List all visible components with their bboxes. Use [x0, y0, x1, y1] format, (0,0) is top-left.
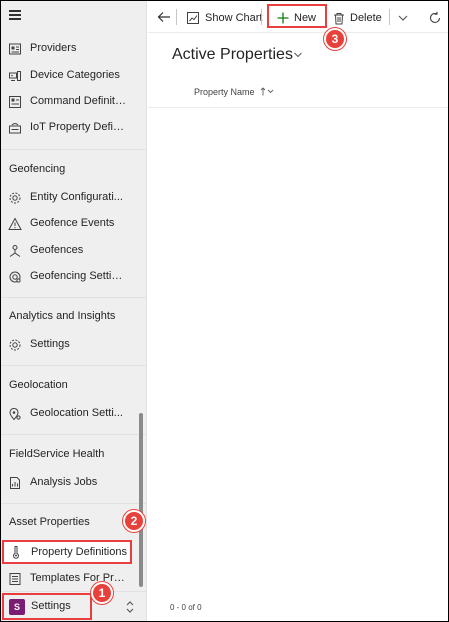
sidebar-item-label: Settings	[30, 338, 70, 350]
analysis-jobs-icon	[10, 477, 20, 489]
record-count: 0 - 0 of 0	[170, 603, 202, 612]
sidebar-item-command-definitions[interactable]: Command Definiti...	[1, 90, 147, 114]
view-title[interactable]: Active Properties	[172, 46, 293, 64]
column-header-property-name[interactable]: Property Name	[194, 87, 274, 97]
area-label: Settings	[31, 600, 71, 612]
area-switcher[interactable]: S Settings	[2, 593, 92, 620]
gear-icon	[9, 339, 21, 351]
delete-label: Delete	[350, 12, 382, 24]
area-avatar: S	[9, 599, 25, 615]
sidebar-item-label: Analysis Jobs	[30, 476, 98, 488]
sidebar-item-analytics-settings[interactable]: Settings	[1, 333, 147, 357]
view-selector-chevron-icon[interactable]	[293, 50, 303, 60]
sidebar-item-label: Geolocation Setti...	[30, 407, 123, 419]
sidebar-item-templates-for-properties[interactable]: Templates For Pro...	[1, 567, 147, 591]
sidebar-item-label: Geofences	[30, 244, 84, 256]
sidebar-divider	[1, 149, 147, 150]
sidebar-item-label: Geofencing Settin...	[30, 270, 126, 282]
device-categories-icon	[9, 71, 21, 81]
callout-badge-2: 2	[123, 510, 145, 532]
group-title-geolocation: Geolocation	[9, 379, 68, 391]
sidebar-item-geolocation-settings[interactable]: Geolocation Setti...	[1, 402, 147, 426]
sidebar-item-entity-configuration[interactable]: Entity Configurati...	[1, 186, 147, 210]
providers-icon	[9, 43, 21, 55]
show-chart-label: Show Chart	[205, 12, 263, 24]
chart-icon	[187, 12, 199, 24]
templates-icon	[9, 573, 21, 585]
delete-button[interactable]: Delete	[333, 9, 382, 27]
command-definitions-icon	[9, 96, 21, 108]
new-button-highlight	[267, 4, 327, 28]
trash-icon	[334, 12, 344, 24]
show-chart-button[interactable]: Show Chart	[186, 9, 262, 27]
command-separator	[389, 9, 390, 25]
warning-icon	[8, 217, 22, 230]
callout-badge-3: 3	[324, 28, 346, 50]
sidebar-item-iot-property-definitions[interactable]: IoT Property Defin...	[1, 116, 147, 140]
sidebar-item-analysis-jobs[interactable]: Analysis Jobs	[1, 471, 147, 495]
sidebar-divider	[1, 434, 147, 435]
sidebar-divider	[1, 365, 147, 366]
geolocation-icon	[9, 407, 21, 421]
sidebar-item-geofence-events[interactable]: Geofence Events	[1, 212, 147, 236]
grid-header-divider	[148, 107, 448, 108]
thermometer-icon	[13, 546, 19, 559]
group-title-asset-properties: Asset Properties	[9, 516, 90, 528]
command-separator	[261, 9, 262, 25]
sidebar-item-geofencing-settings[interactable]: Geofencing Settin...	[1, 265, 147, 289]
chevron-up-down-icon[interactable]	[125, 600, 135, 614]
refresh-icon[interactable]	[428, 11, 442, 25]
sidebar-item-label: Command Definiti...	[30, 95, 126, 107]
sidebar-divider	[1, 503, 147, 504]
sidebar-item-label: Providers	[30, 42, 77, 54]
sidebar-item-label: Property Definitions	[31, 546, 127, 558]
sidebar-item-label: Entity Configurati...	[30, 191, 123, 203]
gear-icon	[9, 192, 21, 204]
sidebar-item-device-categories[interactable]: Device Categories	[1, 64, 147, 88]
sidebar-item-label: Templates For Pro...	[30, 572, 126, 584]
sidebar-item-label: Device Categories	[30, 69, 120, 81]
hamburger-menu-icon[interactable]	[9, 10, 21, 20]
sidebar-item-providers[interactable]: Providers	[1, 37, 147, 61]
sidebar-item-geofences[interactable]: Geofences	[1, 239, 147, 263]
sort-ascending-icon	[260, 87, 274, 96]
group-title-fieldservice-health: FieldService Health	[9, 448, 105, 460]
callout-badge-1: 1	[91, 582, 113, 604]
sidebar-item-property-definitions[interactable]: Property Definitions	[2, 540, 132, 564]
column-header-label: Property Name	[194, 87, 255, 97]
iot-property-icon	[9, 123, 21, 134]
sidebar-divider	[1, 591, 147, 592]
group-title-geofencing: Geofencing	[9, 163, 66, 175]
command-separator	[176, 9, 177, 25]
geofencing-settings-icon	[9, 271, 21, 283]
sidebar-item-label: IoT Property Defin...	[30, 121, 126, 133]
sidebar-scrollbar[interactable]	[139, 413, 143, 587]
group-title-analytics: Analytics and Insights	[9, 310, 116, 322]
sidebar-item-label: Geofence Events	[30, 217, 115, 229]
chevron-down-icon[interactable]	[398, 14, 408, 22]
back-arrow-icon[interactable]	[157, 11, 171, 23]
sidebar-divider	[1, 297, 147, 298]
geofence-icon	[9, 245, 21, 257]
